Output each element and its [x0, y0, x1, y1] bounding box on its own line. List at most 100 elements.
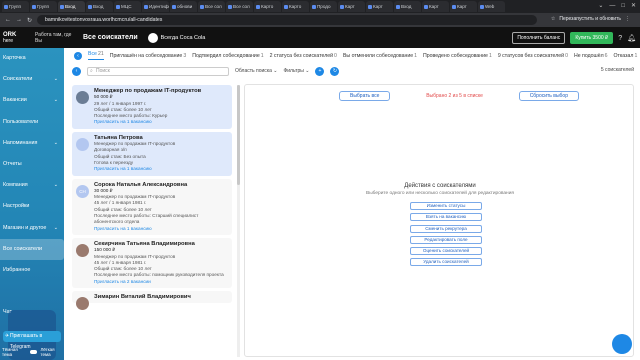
search-area-dropdown[interactable]: Область поиска ⌄	[235, 68, 277, 74]
list-scrollbar[interactable]	[237, 85, 240, 357]
stage-tab[interactable]: Проведено собеседование1	[423, 53, 492, 59]
browser-tab[interactable]: Карт	[450, 1, 477, 12]
invite-link[interactable]: Пригласить на 1 вакансию	[94, 226, 228, 232]
replenish-button[interactable]: Пополнить баланс	[512, 32, 566, 44]
sidebar-item[interactable]: Настройки	[0, 196, 64, 217]
stage-count: 0	[565, 52, 568, 59]
url-input[interactable]: bamnikovitestonvosraua.worlhcmcru/all-ca…	[37, 15, 538, 25]
filters-dropdown[interactable]: Фильтры ⌄	[283, 68, 309, 74]
sidebar-item[interactable]: Напоминания ⌄	[0, 133, 64, 154]
star-icon[interactable]: ☆	[551, 16, 555, 22]
action-button[interactable]: Взять на вакансию	[410, 213, 482, 222]
stage-tab[interactable]: Все21	[88, 51, 104, 60]
back-icon[interactable]: ←	[5, 17, 11, 23]
browser-tab[interactable]: Продо	[310, 1, 337, 12]
browser-tab[interactable]: Вход	[58, 1, 85, 12]
stage-label: 2 статуса без соискателей	[269, 52, 334, 59]
browser-tab[interactable]: Все сол	[198, 1, 225, 12]
bell-icon[interactable]: 🔔︎	[627, 34, 636, 42]
chevron-down-icon: ⌄	[53, 224, 58, 231]
add-button[interactable]: +	[315, 66, 325, 76]
back-button[interactable]: ‹	[72, 66, 81, 76]
browser-tab[interactable]: обнови	[170, 1, 197, 12]
theme-toggle[interactable]: Тёмная тема Лёгкая тема	[2, 347, 64, 357]
browser-tab[interactable]: Все сол	[226, 1, 253, 12]
browser-tab[interactable]: Групп	[2, 1, 29, 12]
stage-tab[interactable]: 2 статуса без соискателей0	[270, 53, 337, 59]
candidate-card[interactable]: СН Сорока Наталья Александровна 30 000 ₽ Ме…	[72, 178, 232, 235]
stage-tab[interactable]: Подтвердил собеседование1	[192, 53, 263, 59]
sidebar-item[interactable]: Пользователи	[0, 112, 64, 133]
sidebar-item[interactable]: Все соискатели	[0, 238, 64, 260]
stage-tab[interactable]: Вы отменили собеседование1	[343, 53, 417, 59]
sidebar-item[interactable]	[0, 281, 64, 302]
toggle-switch[interactable]	[30, 350, 38, 354]
selection-count: Выбрано 2 из 5 в списке	[426, 93, 483, 99]
telegram-button[interactable]: Приглашать в Telegram	[3, 331, 61, 350]
browser-tab[interactable]: Карто	[254, 1, 281, 12]
browser-tab[interactable]: Групп	[30, 1, 57, 12]
sidebar-item[interactable]: Отчеты	[0, 154, 64, 175]
stage-tabs: ‹ Все21 Приглашён на собеседование3 Подтве…	[64, 48, 640, 63]
checked-avatar[interactable]	[76, 91, 89, 104]
browser-tab[interactable]: МЦС	[114, 1, 141, 12]
help-icon[interactable]: ?	[618, 35, 622, 42]
stage-tab[interactable]: 9 статусов без соискателей0	[498, 53, 568, 59]
browser-tab[interactable]: Web	[478, 1, 505, 12]
refresh-button[interactable]: ↻	[330, 66, 340, 76]
chat-widget-button[interactable]	[612, 334, 632, 354]
stage-tab[interactable]: Приглашён на собеседование3	[110, 53, 186, 59]
action-button[interactable]: Удалить соискателей	[410, 258, 482, 267]
sidebar-item[interactable]: Избранное	[0, 260, 64, 281]
action-button[interactable]: Сменить рекрутера	[410, 224, 482, 233]
candidate-card[interactable]: Секирчина Татьяна Владимировна 150 000 ₽ М…	[72, 237, 232, 289]
sidebar-item[interactable]: Магазин и другое ⌄	[0, 218, 64, 239]
sidebar-item[interactable]: Компания ⌄	[0, 175, 64, 196]
buy-button[interactable]: Купить 3500 ₽	[570, 32, 614, 44]
checked-avatar[interactable]	[76, 137, 89, 151]
window-controls[interactable]: ⌄ — □ ✕	[598, 1, 636, 12]
browser-tab[interactable]: Карт	[422, 1, 449, 12]
search-input[interactable]: Поиск	[87, 66, 229, 76]
action-button[interactable]: Редактировать поле	[410, 235, 482, 244]
selection-bar: Выбрать все Выбрано 2 из 5 в списке Сбро…	[339, 91, 579, 101]
stage-tab[interactable]: Не подошёл6	[574, 53, 608, 59]
invite-link[interactable]: Пригласить на 2 вакансии	[94, 279, 228, 285]
chevron-left-icon[interactable]: ‹	[74, 51, 82, 60]
browser-tab[interactable]: Идентифи	[142, 1, 169, 12]
select-all-button[interactable]: Выбрать все	[339, 91, 391, 101]
avatar[interactable]	[76, 297, 89, 311]
action-button[interactable]: Изменить статусы	[410, 202, 482, 210]
sidebar-item-label: Магазин и другое	[3, 224, 47, 231]
invite-link[interactable]: Пригласить на 1 вакансию	[94, 166, 228, 172]
stage-label: Вы отменили собеседование	[342, 52, 414, 59]
logo[interactable]: ORK here	[0, 32, 35, 44]
company-switcher[interactable]: Всегда Coca Cola	[147, 32, 205, 43]
invite-link[interactable]: Пригласить на 1 вакансию	[94, 119, 228, 125]
browser-tab[interactable]: Вход	[394, 1, 421, 12]
page-title: Все соискатели	[83, 34, 138, 41]
stage-count: 1	[634, 52, 638, 59]
tab-strip: Групп Групп Вход Вход МЦС Идентифи обнови Все с…	[0, 0, 640, 13]
menu-icon[interactable]: ⋮	[625, 16, 630, 22]
sidebar-item[interactable]: Карточка	[0, 48, 64, 69]
avatar[interactable]	[76, 243, 89, 257]
forward-icon[interactable]: →	[16, 17, 22, 23]
sidebar-item[interactable]: Вакансии ⌄	[0, 90, 64, 111]
sidebar-item-label: Карточка	[3, 55, 26, 61]
action-button[interactable]: Оценить соискателей	[410, 247, 482, 256]
extension-text[interactable]: Перезапустить и обновить	[559, 16, 621, 22]
candidate-card[interactable]: Татьяна Петрова Менеджер по продажам IT-п…	[72, 131, 232, 176]
candidate-card[interactable]: Зимарин Виталий Владимирович	[72, 291, 232, 311]
candidate-card[interactable]: Менеджер по продажам IT-продуктов 50 000 …	[72, 85, 232, 129]
stage-count: 1	[260, 52, 264, 59]
browser-tab[interactable]: Карт	[338, 1, 365, 12]
stage-tab[interactable]: Отказал1	[614, 53, 638, 59]
reset-selection-button[interactable]: Сбросить выбор	[518, 91, 579, 101]
avatar[interactable]: СН	[76, 184, 89, 198]
reload-icon[interactable]: ↻	[27, 17, 32, 24]
sidebar-item[interactable]: Соискатели ⌄	[0, 69, 64, 90]
browser-tab[interactable]: Вход	[86, 1, 113, 12]
browser-tab[interactable]: Карто	[282, 1, 309, 12]
browser-tab[interactable]: Карт	[366, 1, 393, 12]
